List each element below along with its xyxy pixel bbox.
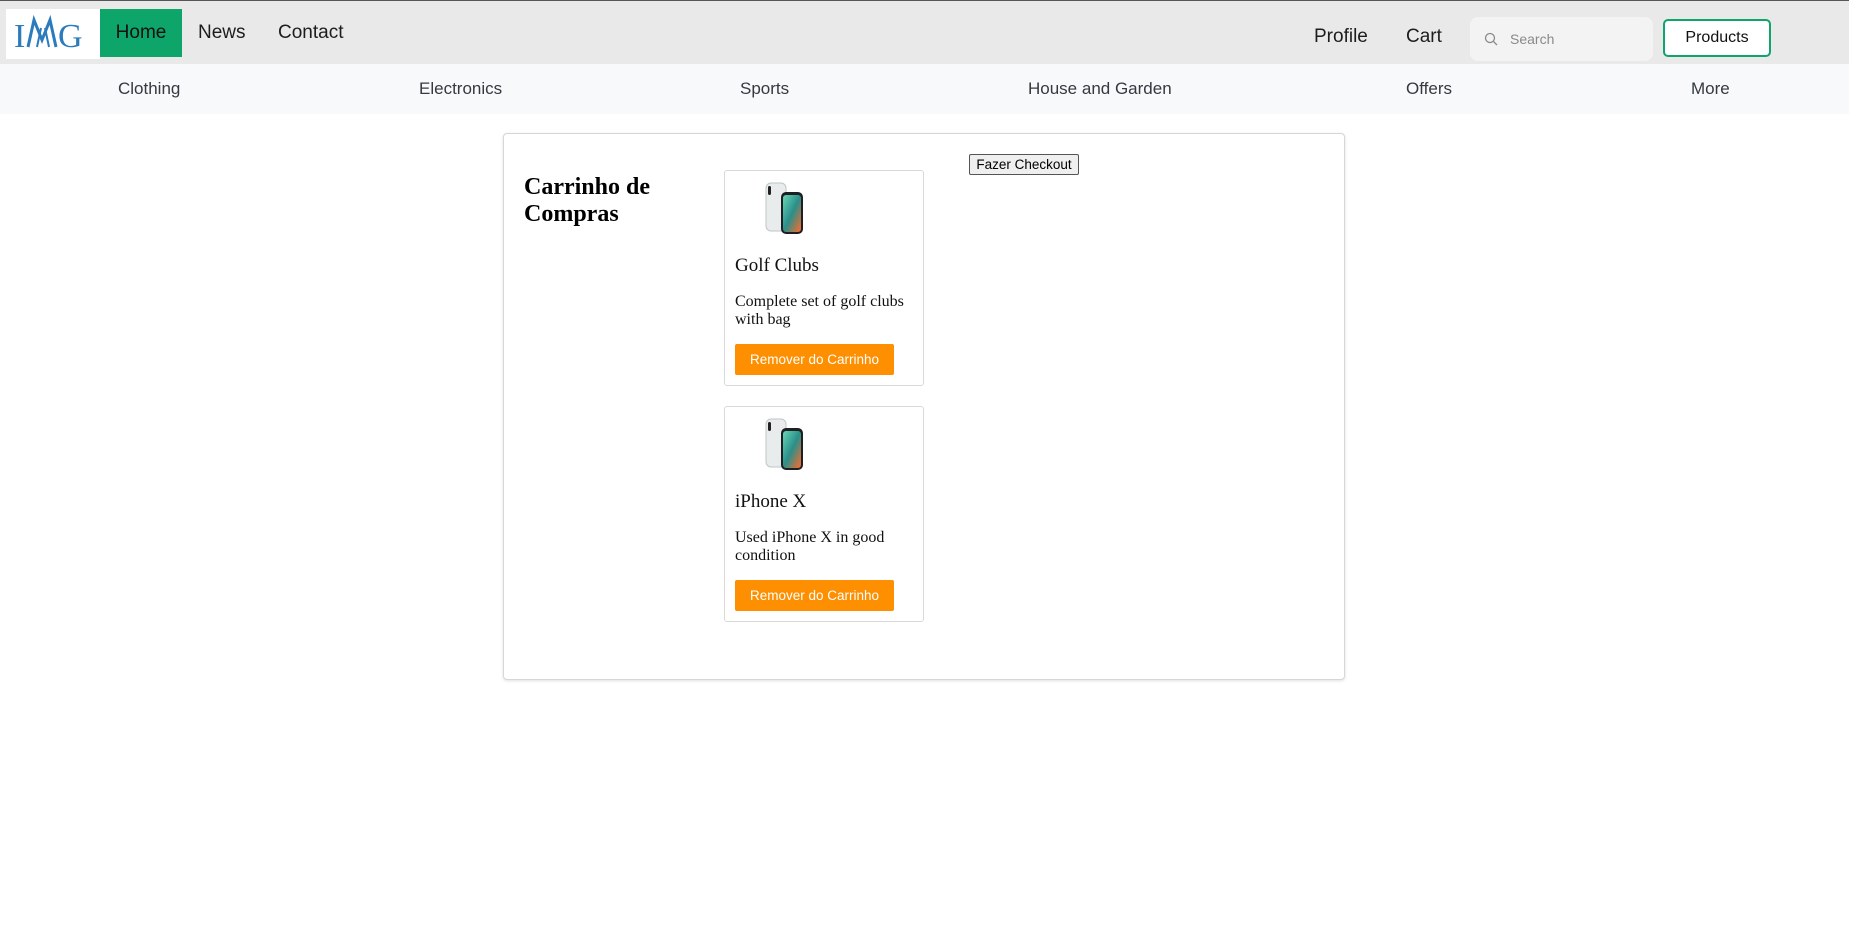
nav-home[interactable]: Home: [100, 9, 182, 57]
cart-item: iPhone X Used iPhone X in good condition…: [724, 406, 924, 622]
search-input[interactable]: [1508, 30, 1642, 48]
nav-news[interactable]: News: [198, 9, 246, 57]
product-description: Used iPhone X in good condition: [735, 529, 885, 564]
category-bar: Clothing Electronics Sports House and Ga…: [0, 64, 1849, 114]
nav-cart[interactable]: Cart: [1406, 13, 1442, 61]
nav-profile[interactable]: Profile: [1314, 13, 1368, 61]
top-navbar: I G Home News Contact Profile Cart Produ…: [0, 0, 1849, 64]
category-sports[interactable]: Sports: [740, 64, 789, 114]
search-box: [1470, 17, 1653, 61]
category-house-and-garden[interactable]: House and Garden: [1028, 64, 1172, 114]
cart-title: Carrinho de Compras: [524, 174, 650, 227]
nav-contact[interactable]: Contact: [278, 9, 343, 57]
products-button[interactable]: Products: [1663, 19, 1771, 57]
product-image: [763, 182, 807, 234]
checkout-button[interactable]: Fazer Checkout: [969, 154, 1079, 175]
svg-text:I: I: [14, 18, 25, 54]
remove-from-cart-button[interactable]: Remover do Carrinho: [735, 580, 894, 611]
search-icon: [1484, 32, 1498, 46]
product-name: iPhone X: [735, 491, 807, 512]
product-description: Complete set of golf clubs with bag: [735, 293, 904, 328]
category-electronics[interactable]: Electronics: [419, 64, 502, 114]
svg-text:G: G: [58, 18, 83, 54]
category-clothing[interactable]: Clothing: [118, 64, 180, 114]
site-logo[interactable]: I G: [6, 9, 100, 59]
cart-item: Golf Clubs Complete set of golf clubs wi…: [724, 170, 924, 386]
category-offers[interactable]: Offers: [1406, 64, 1452, 114]
product-name: Golf Clubs: [735, 255, 819, 276]
logo-image: I G: [14, 14, 83, 54]
product-image: [763, 418, 807, 470]
remove-from-cart-button[interactable]: Remover do Carrinho: [735, 344, 894, 375]
category-more[interactable]: More: [1691, 64, 1730, 114]
